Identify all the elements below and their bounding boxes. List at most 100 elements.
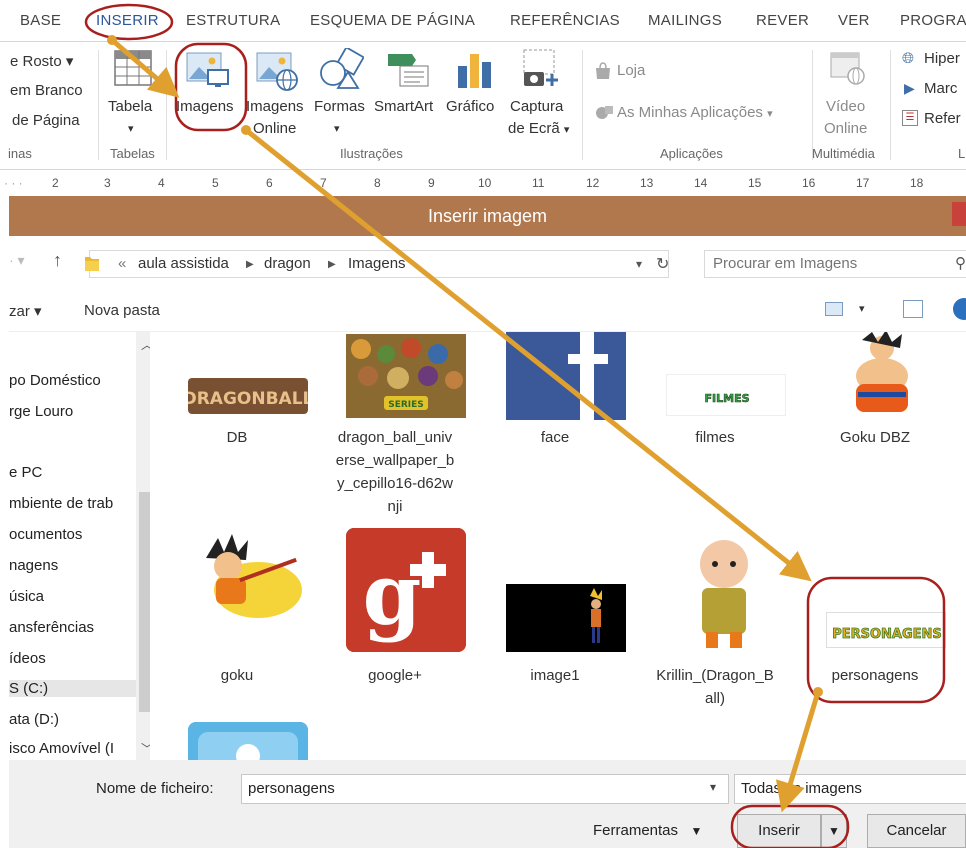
filename-dropdown-icon[interactable]: ▾ [710,780,716,794]
tab-referencias[interactable]: REFERÊNCIAS [510,12,620,29]
bookmark-button[interactable]: Marc [924,80,957,97]
search-input[interactable] [713,255,933,272]
shapes-icon[interactable] [318,46,365,90]
file-name: image1 [530,667,580,684]
pagina-em-branco-button[interactable]: em Branco [10,82,83,99]
nav-item-ambiente-de-trabalho[interactable]: mbiente de trab [9,495,113,512]
store-button[interactable]: Loja [617,62,645,79]
filename-input[interactable] [248,780,688,797]
nav-item-este-pc[interactable]: e PC [9,464,42,481]
file-type-filter[interactable]: Todas as imagens [734,774,966,804]
insert-button[interactable]: Inserir [737,814,821,848]
filename-field[interactable]: ▾ [241,774,729,804]
online-video-label-1[interactable]: Vídeo [826,96,865,118]
tab-ver[interactable]: VER [838,12,870,29]
table-icon[interactable] [114,50,152,86]
file-item[interactable]: image1 [480,528,630,708]
tab-rever[interactable]: REVER [756,12,809,29]
tab-inserir[interactable]: INSERIR [96,12,159,29]
view-dropdown-icon[interactable]: ▾ [859,302,865,315]
table-button-label[interactable]: Tabela [108,96,152,118]
file-item[interactable]: goku [162,528,312,708]
tools-menu[interactable]: Ferramentas ▼ [593,822,702,839]
online-pictures-icon[interactable] [256,52,300,92]
file-item[interactable] [162,718,312,760]
address-row: · ▾ ↑ « aula assistida ▶ dragon ▶ Imagen… [9,236,966,290]
scroll-down-icon[interactable]: ﹀ [141,740,150,757]
tab-programador[interactable]: PROGRA [900,12,966,29]
file-item[interactable]: FILMES filmes [640,332,790,522]
nav-item-grupo-domestico[interactable]: po Doméstico [9,372,101,389]
file-item[interactable]: g google+ [320,528,470,708]
screenshot-icon[interactable] [520,48,566,90]
quebra-de-pagina-button[interactable]: de Página [12,112,80,129]
smartart-button-label[interactable]: SmartArt [374,96,433,118]
insert-pictures-button[interactable]: Imagens [176,96,234,118]
smartart-icon[interactable] [386,52,432,88]
folha-de-rosto-button[interactable]: e Rosto ▾ [10,52,73,70]
address-dropdown-icon[interactable]: ▾ [636,257,642,271]
help-icon[interactable] [953,298,966,320]
nav-item-data-d[interactable]: ata (D:) [9,711,59,728]
search-box[interactable]: ⚲ [704,250,966,278]
file-thumbnail [188,528,308,624]
nav-item-jorge-louro[interactable]: rge Louro [9,403,73,420]
online-pictures-label-2[interactable]: Online [253,118,296,140]
hyperlink-button[interactable]: Hiper [924,50,960,67]
store-icon [594,62,612,80]
breadcrumb-imagens[interactable]: Imagens [348,255,406,272]
forward-arrow-icon[interactable]: · ▾ [9,252,25,269]
dialog-title-bar[interactable]: Inserir imagem [9,196,966,236]
shapes-button-label[interactable]: Formas [314,96,365,118]
nav-item-documentos[interactable]: ocumentos [9,526,82,543]
search-icon[interactable]: ⚲ [955,254,966,272]
breadcrumb-dragon[interactable]: dragon [264,255,311,272]
file-item-selected[interactable]: PERSONAGENS personagens [800,528,950,708]
refresh-icon[interactable]: ↻ [656,254,669,274]
my-apps-button[interactable]: As Minhas Aplicações ▾ [617,104,773,121]
nav-item-disco-amovivel[interactable]: isco Amovível (I [9,740,114,757]
preview-pane-icon[interactable] [903,300,923,318]
scroll-up-icon[interactable]: ︿ [141,336,150,353]
my-apps-icon [594,104,614,122]
chart-button-label[interactable]: Gráfico [446,96,494,118]
breadcrumb[interactable]: « aula assistida ▶ dragon ▶ Imagens ▾ ↻ [85,250,669,278]
view-options-icon[interactable] [825,302,843,316]
tab-estrutura[interactable]: ESTRUTURA [186,12,280,29]
screenshot-label-2[interactable]: de Ecrã ▾ [508,118,569,141]
chart-icon[interactable] [456,52,492,88]
cross-reference-button[interactable]: Refer [924,110,961,127]
tab-base[interactable]: BASE [20,12,61,29]
close-button[interactable] [952,202,966,226]
file-item[interactable]: DRAGONBALL DB [162,332,314,522]
up-arrow-icon[interactable]: ↑ [53,250,62,271]
breadcrumb-aula-assistida[interactable]: aula assistida [138,255,229,272]
insert-dropdown-button[interactable]: ▼ [821,814,847,848]
ruler-tick: 13 [640,176,654,190]
nav-item-imagens[interactable]: nagens [9,557,58,574]
tab-esquema-de-pagina[interactable]: ESQUEMA DE PÁGINA [310,12,475,29]
nav-item-videos[interactable]: ídeos [9,650,46,667]
nav-item-transferencias[interactable]: ansferências [9,619,94,636]
nav-item-disco-c[interactable]: S (C:) [9,680,136,697]
ruler-tick: 9 [428,176,435,190]
table-dropdown-arrow[interactable]: ▾ [128,118,134,140]
online-pictures-label-1[interactable]: Imagens [246,96,304,118]
shapes-dropdown-arrow[interactable]: ▾ [334,118,340,140]
file-item[interactable]: Krillin_(Dragon_B all) [640,528,790,708]
file-item[interactable]: SERIES dragon_ball_univ erse_wallpaper_b… [320,332,470,522]
cancel-button[interactable]: Cancelar [867,814,966,848]
breadcrumb-overflow[interactable]: « [118,255,126,272]
screenshot-label-1[interactable]: Captura [510,96,563,118]
organize-menu[interactable]: zar ▾ [9,302,42,320]
nav-scrollbar-thumb[interactable] [139,492,150,712]
tab-mailings[interactable]: MAILINGS [648,12,722,29]
new-folder-button[interactable]: Nova pasta [84,302,160,319]
nav-item-musica[interactable]: úsica [9,588,44,605]
file-item[interactable]: Goku DBZ [800,332,950,522]
online-video-label-2[interactable]: Online [824,118,867,140]
pictures-icon[interactable] [186,52,230,90]
online-video-icon[interactable] [830,52,866,86]
file-item[interactable]: face [480,332,630,522]
group-separator [166,50,167,160]
